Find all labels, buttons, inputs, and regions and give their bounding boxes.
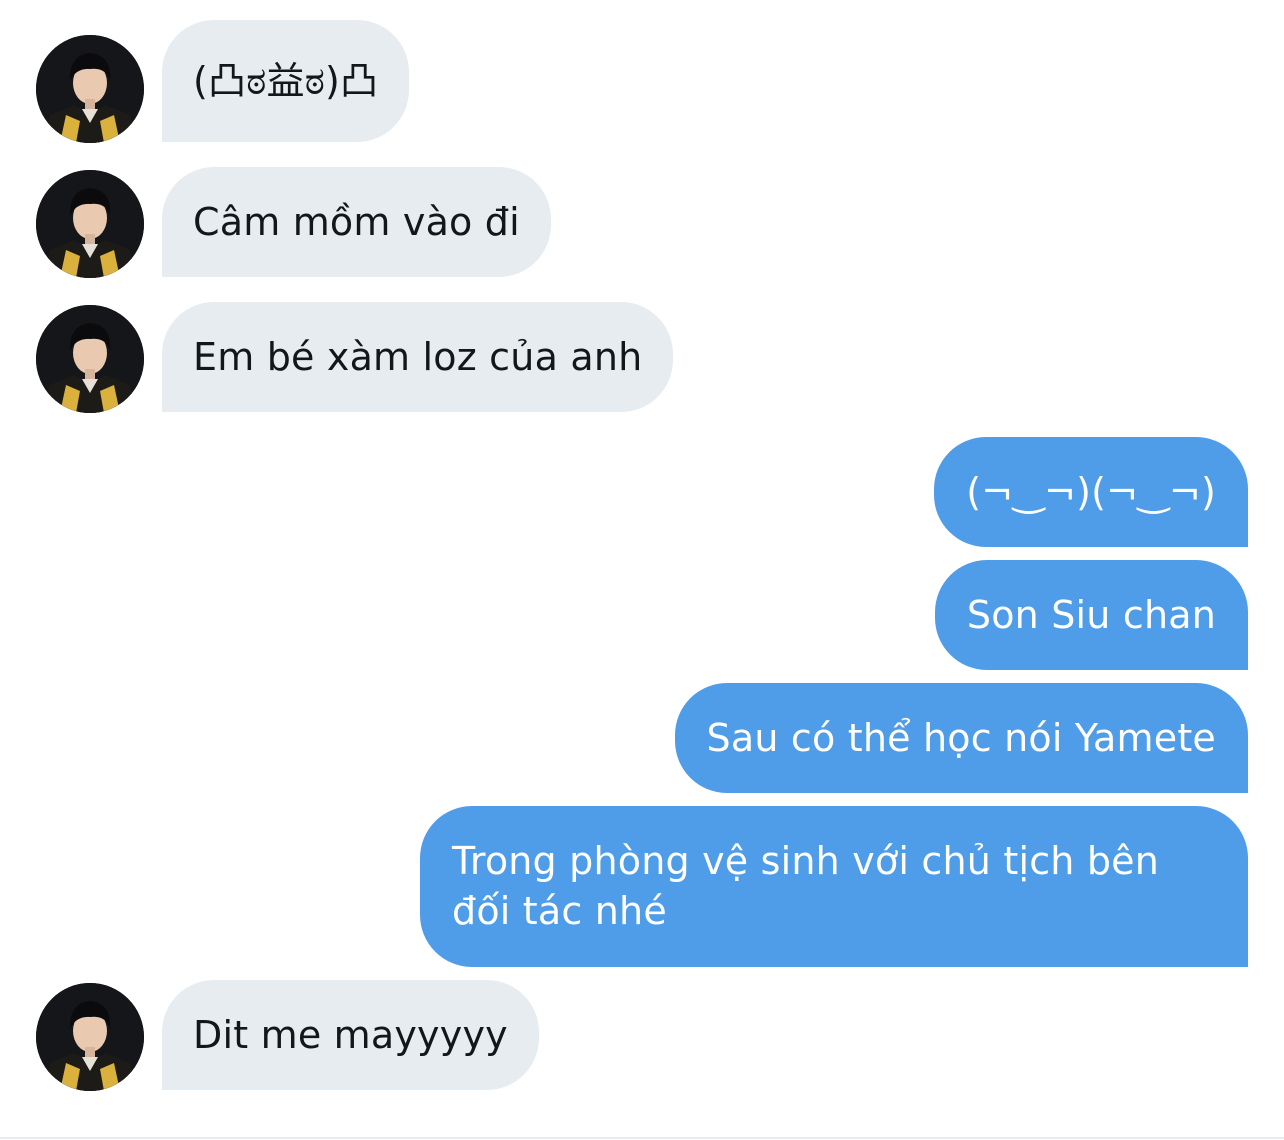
outgoing-message-bubble[interactable]: (¬‿¬)(¬‿¬) [934, 437, 1248, 547]
outgoing-message-bubble[interactable]: Trong phòng vệ sinh với chủ tịch bên đối… [420, 806, 1248, 967]
message-text: Sau có thể học nói Yamete [706, 716, 1216, 760]
avatar-image [36, 305, 144, 413]
avatar-image [36, 983, 144, 1091]
avatar[interactable] [36, 35, 144, 143]
incoming-message-bubble[interactable]: (凸ಠ益ಠ)凸 [162, 20, 410, 142]
message-text: Trong phòng vệ sinh với chủ tịch bên đối… [452, 839, 1160, 933]
divider [0, 1137, 1284, 1139]
outgoing-message-bubble[interactable]: Son Siu chan [934, 560, 1248, 670]
incoming-message-bubble[interactable]: Câm mồm vào đi [162, 167, 551, 277]
incoming-message-bubble[interactable]: Em bé xàm loz của anh [162, 302, 674, 412]
avatar-image [36, 170, 144, 278]
message-text: Em bé xàm loz của anh [193, 335, 643, 379]
outgoing-message-bubble[interactable]: Sau có thể học nói Yamete [674, 683, 1248, 793]
message-text: Câm mồm vào đi [193, 200, 520, 244]
avatar-image [36, 35, 144, 143]
message-text: Dit me mayyyyy [193, 1013, 508, 1057]
avatar[interactable] [36, 983, 144, 1091]
avatar[interactable] [36, 305, 144, 413]
message-text: (凸ಠ益ಠ)凸 [193, 59, 379, 103]
message-text: Son Siu chan [966, 593, 1216, 637]
incoming-message-bubble[interactable]: Dit me mayyyyy [162, 980, 539, 1090]
message-text: (¬‿¬)(¬‿¬) [966, 470, 1216, 514]
avatar[interactable] [36, 170, 144, 278]
message-thread: (凸ಠ益ಠ)凸 Câm mồm vào đi Em bé xàm loz của… [0, 0, 1284, 1140]
